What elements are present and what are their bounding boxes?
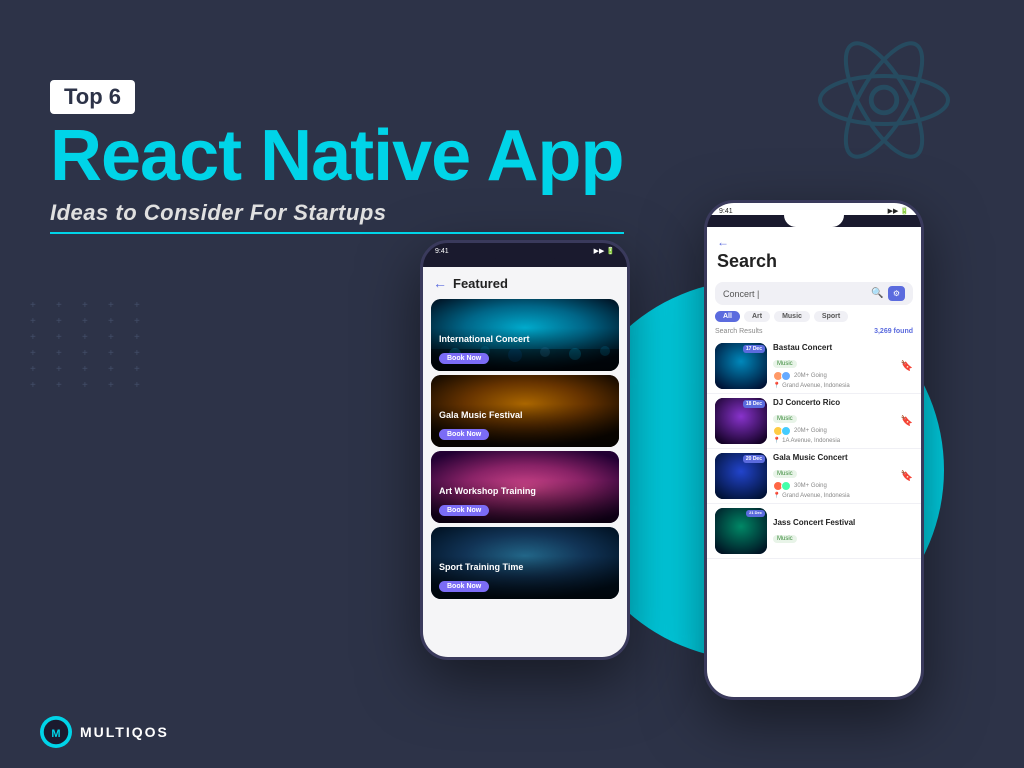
search-event-1[interactable]: 18 Dec DJ Concerto Rico Music 20M+ Going… [707, 394, 921, 449]
search-event-info-1: DJ Concerto Rico Music 20M+ Going 📍 1A A… [773, 398, 895, 444]
phone1-notch [495, 255, 555, 267]
event-card-title-3: Sport Training Time [439, 562, 611, 572]
event-card-overlay-3: Sport Training Time Book Now [431, 556, 619, 599]
bookmark-icon-1[interactable]: 🔖 [901, 416, 913, 427]
book-now-btn-1[interactable]: Book Now [439, 429, 489, 440]
date-badge-3: 21 Dec [746, 510, 765, 517]
event-card-2: Art Workshop Training Book Now [431, 451, 619, 523]
event-card-1: Gala Music Festival Book Now [431, 375, 619, 447]
phone1-screen: ← Featured [423, 267, 627, 660]
event-card-overlay-2: Art Workshop Training Book Now [431, 480, 619, 523]
featured-screen-title: Featured [453, 276, 508, 291]
search-icon: 🔍 [871, 288, 883, 299]
logo-icon: M [40, 716, 72, 748]
book-now-btn-3[interactable]: Book Now [439, 581, 489, 592]
main-title: React Native App [50, 120, 624, 192]
search-event-tag-0: Music [773, 360, 797, 368]
date-badge-0: 17 Dec [743, 345, 765, 353]
phone2-status-bar: 9:41 ▶▶ 🔋 [707, 203, 921, 215]
phone1-status-bar: 9:41 ▶▶ 🔋 [423, 243, 627, 255]
phone2-container: 9:41 ▶▶ 🔋 ← Search Concert | 🔍 ⚙ All Art… [704, 200, 924, 700]
search-event-tag-1: Music [773, 415, 797, 423]
bookmark-icon-0[interactable]: 🔖 [901, 361, 913, 372]
search-screen-title: Search [717, 251, 911, 272]
bookmark-icon-2[interactable]: 🔖 [901, 471, 913, 482]
search-event-info-2: Gala Music Concert Music 30M+ Going 📍 Gr… [773, 453, 895, 499]
phone2-notch [784, 215, 844, 227]
results-label: Search Results [715, 328, 762, 335]
event-card-title-0: International Concert [439, 334, 611, 344]
date-badge-2: 20 Dec [743, 455, 765, 463]
search-event-meta-0: 20M+ Going [773, 371, 895, 381]
search-event-name-2: Gala Music Concert [773, 453, 895, 462]
location-1: 📍 1A Avenue, Indonesia [773, 437, 895, 444]
event-card-overlay-1: Gala Music Festival Book Now [431, 404, 619, 447]
location-2: 📍 Grand Avenue, Indonesia [773, 492, 895, 499]
search-event-0[interactable]: 17 Dec Bastau Concert Music 20M+ Going 📍… [707, 339, 921, 394]
results-count: 3,269 found [874, 328, 913, 335]
search-thumb-1: 18 Dec [715, 398, 767, 444]
dots-decoration: +++++ +++++ +++++ +++++ +++++ +++++ [30, 300, 150, 386]
filter-icon[interactable]: ⚙ [888, 286, 905, 301]
logo-text: MULTIQOS [80, 724, 169, 740]
back-arrow-icon[interactable]: ← [433, 275, 447, 291]
chip-sport[interactable]: Sport [814, 311, 848, 322]
svg-text:M: M [51, 728, 60, 740]
search-event-name-1: DJ Concerto Rico [773, 398, 895, 407]
search-back-btn[interactable]: ← [717, 235, 911, 249]
search-event-name-0: Bastau Concert [773, 343, 895, 352]
search-event-name-3: Jass Concert Festival [773, 518, 913, 527]
book-now-btn-2[interactable]: Book Now [439, 505, 489, 516]
going-count-2: 30M+ Going [794, 483, 827, 489]
search-event-tag-2: Music [773, 470, 797, 478]
search-bar[interactable]: Concert | 🔍 ⚙ [715, 282, 913, 305]
search-event-info-3: Jass Concert Festival Music [773, 518, 913, 545]
event-card-3: Sport Training Time Book Now [431, 527, 619, 599]
event-card-0: International Concert Book Now [431, 299, 619, 371]
phone1-shell: 9:41 ▶▶ 🔋 ← Featured [420, 240, 630, 660]
book-now-btn-0[interactable]: Book Now [439, 353, 489, 364]
logo-area: M MULTIQOS [40, 716, 169, 748]
search-event-info-0: Bastau Concert Music 20M+ Going 📍 Grand … [773, 343, 895, 389]
event-card-overlay-0: International Concert Book Now [431, 328, 619, 371]
search-thumb-2: 20 Dec [715, 453, 767, 499]
header-area: Top 6 React Native App Ideas to Consider… [50, 80, 624, 234]
search-thumb-3: 21 Dec [715, 508, 767, 554]
going-count-0: 20M+ Going [794, 373, 827, 379]
top6-badge: Top 6 [50, 80, 135, 114]
chip-all[interactable]: All [715, 311, 740, 322]
search-event-tag-3: Music [773, 535, 797, 543]
phone2-screen: ← Search Concert | 🔍 ⚙ All Art Music Spo… [707, 227, 921, 700]
filter-chips: All Art Music Sport [707, 311, 921, 326]
search-header: ← Search [707, 227, 921, 276]
featured-header: ← Featured [423, 267, 627, 295]
react-logo-decoration [804, 20, 964, 180]
event-card-title-1: Gala Music Festival [439, 410, 611, 420]
search-event-3[interactable]: 21 Dec Jass Concert Festival Music [707, 504, 921, 559]
search-input[interactable]: Concert | [723, 289, 867, 299]
chip-music[interactable]: Music [774, 311, 810, 322]
location-0: 📍 Grand Avenue, Indonesia [773, 382, 895, 389]
date-badge-1: 18 Dec [743, 400, 765, 408]
search-thumb-0: 17 Dec [715, 343, 767, 389]
going-count-1: 20M+ Going [794, 428, 827, 434]
phone1-container: 9:41 ▶▶ 🔋 ← Featured [420, 240, 630, 660]
subtitle: Ideas to Consider For Startups [50, 200, 624, 234]
results-header: Search Results 3,269 found [707, 326, 921, 339]
phone2-shell: 9:41 ▶▶ 🔋 ← Search Concert | 🔍 ⚙ All Art… [704, 200, 924, 700]
search-event-meta-1: 20M+ Going [773, 426, 895, 436]
chip-art[interactable]: Art [744, 311, 770, 322]
search-event-meta-2: 30M+ Going [773, 481, 895, 491]
event-card-title-2: Art Workshop Training [439, 486, 611, 496]
search-event-2[interactable]: 20 Dec Gala Music Concert Music 30M+ Goi… [707, 449, 921, 504]
